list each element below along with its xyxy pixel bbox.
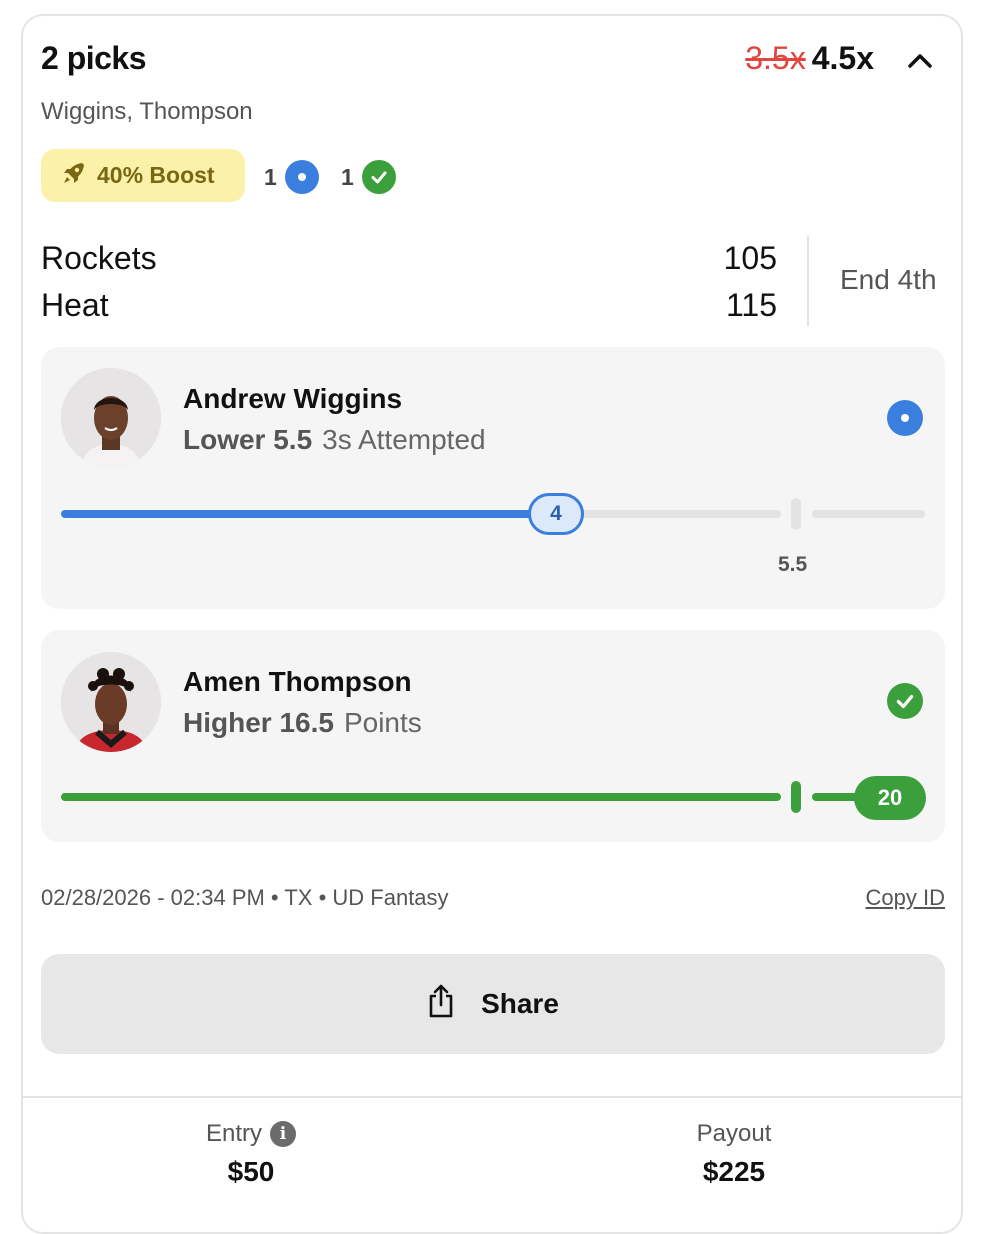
payout-value: $225 xyxy=(702,1156,766,1187)
current-value-bubble: 4 xyxy=(528,493,584,535)
pick-card-wiggins[interactable] xyxy=(41,347,945,609)
copy-id-link[interactable]: Copy ID xyxy=(866,885,945,911)
pick-direction: Higher 16.5 xyxy=(183,707,334,738)
live-status-icon xyxy=(284,160,319,194)
share-icon xyxy=(427,983,455,1026)
entry-label: Entry xyxy=(205,1120,262,1147)
player-name: Andrew Wiggins xyxy=(183,383,403,414)
score-divider xyxy=(807,236,809,326)
rocket-icon xyxy=(61,160,87,192)
footer-divider xyxy=(23,1096,963,1098)
team-2-name: Heat xyxy=(41,287,109,323)
avatar xyxy=(61,652,161,752)
share-button[interactable]: Share xyxy=(41,954,945,1054)
info-icon[interactable]: i xyxy=(270,1121,296,1147)
new-multiplier: 4.5x xyxy=(811,40,874,76)
team-1-score: 105 xyxy=(723,240,777,276)
entry-amount: Entry i $50 xyxy=(101,1120,401,1188)
game-status: End 4th xyxy=(840,264,937,295)
progress-fill xyxy=(61,510,541,518)
chevron-up-icon[interactable] xyxy=(905,46,935,76)
progress-track-over xyxy=(812,510,925,518)
multiplier: 3.5x 4.5x xyxy=(745,40,874,77)
entry-timestamp-location: 02/28/2026 - 02:34 PM • TX • UD Fantasy xyxy=(41,885,449,910)
won-count: 1 xyxy=(341,160,396,194)
share-label: Share xyxy=(481,988,559,1019)
entry-label-row: Entry i xyxy=(101,1120,401,1148)
pick-card-thompson[interactable] xyxy=(41,630,945,842)
live-count: 1 xyxy=(264,160,319,194)
boost-label: 40% Boost xyxy=(97,162,215,188)
team-2-score: 115 xyxy=(725,287,777,323)
pick-line: Higher 16.5 Points xyxy=(183,707,422,739)
pick-stat: Points xyxy=(343,707,422,738)
line-marker xyxy=(791,498,801,530)
pick-direction: Lower 5.5 xyxy=(183,424,313,455)
team-1-name: Rockets xyxy=(41,240,157,276)
pick-line: Lower 5.5 3s Attempted xyxy=(183,424,486,456)
live-status-icon xyxy=(887,400,923,436)
check-icon xyxy=(887,683,923,719)
check-icon xyxy=(361,160,396,194)
payout-label: Payout xyxy=(696,1120,772,1147)
progress-fill xyxy=(61,793,781,801)
won-count-value: 1 xyxy=(341,163,354,190)
line-marker xyxy=(791,781,801,813)
player-name: Amen Thompson xyxy=(183,666,412,697)
current-value-bubble: 20 xyxy=(854,776,926,820)
line-value-label: 5.5 xyxy=(778,553,808,576)
pick-stat: 3s Attempted xyxy=(322,424,486,455)
entry-value: $50 xyxy=(227,1156,275,1187)
old-multiplier: 3.5x xyxy=(745,40,806,76)
boost-badge: 40% Boost xyxy=(41,149,245,202)
players-summary: Wiggins, Thompson xyxy=(41,98,253,125)
live-count-value: 1 xyxy=(264,163,277,190)
avatar xyxy=(61,368,161,468)
picks-count-title: 2 picks xyxy=(41,40,147,76)
payout-amount: Payout $225 xyxy=(584,1120,884,1188)
